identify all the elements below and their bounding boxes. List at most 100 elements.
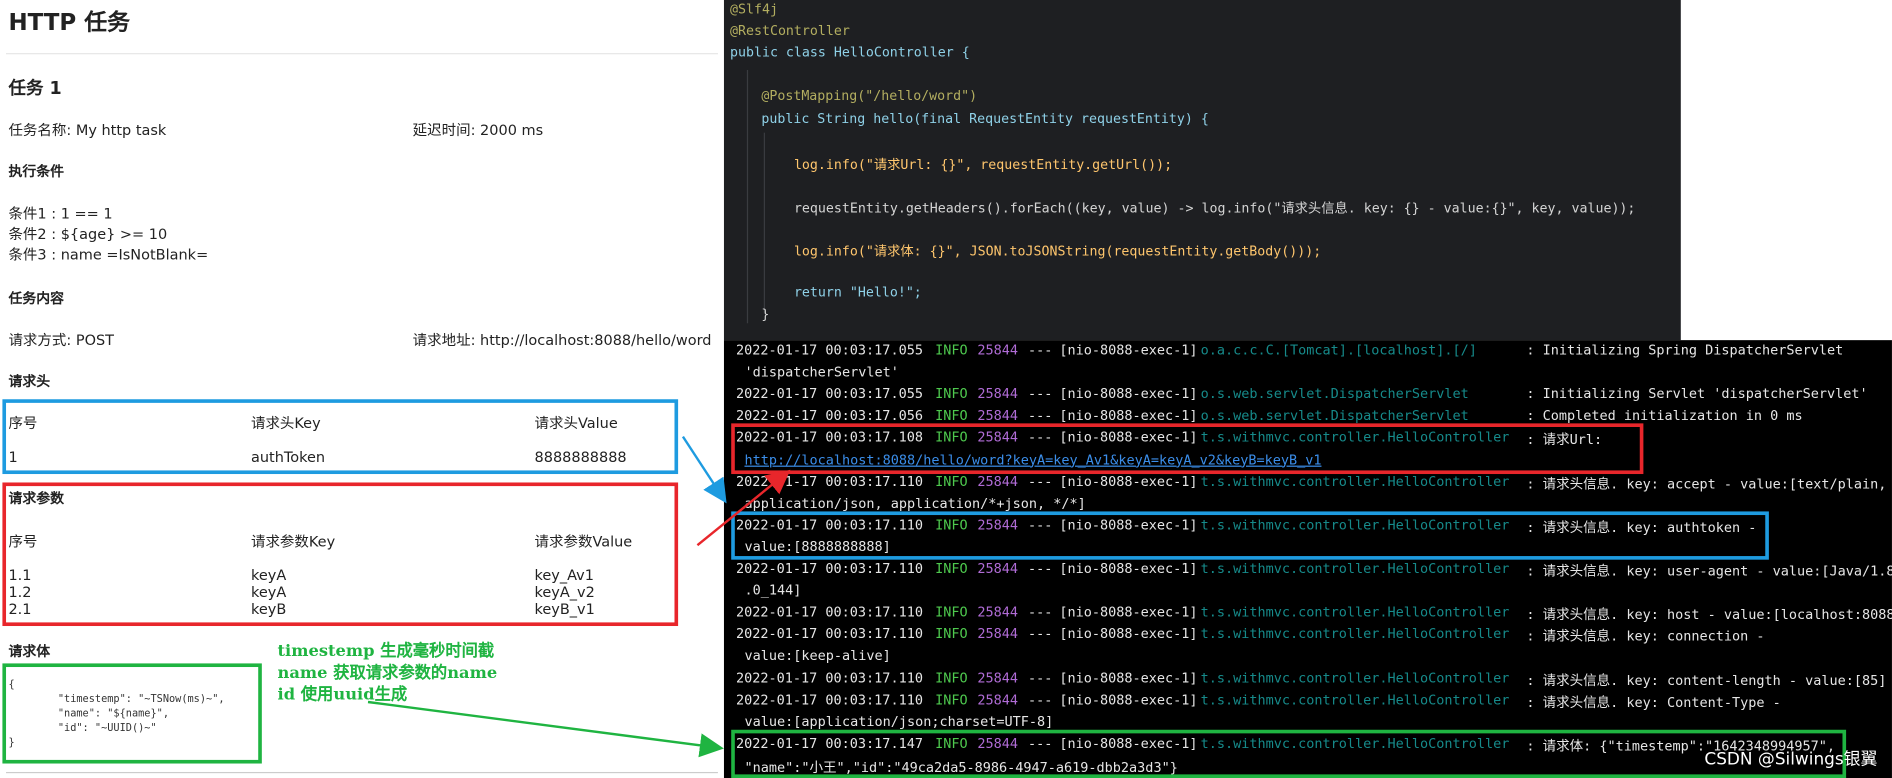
log-thread: [nio-8088-exec-1] — [1059, 691, 1198, 708]
table-cell: 1.1 — [8, 566, 32, 584]
log-pid: 25844 — [977, 670, 1018, 686]
code-line: log.info("请求体: {}", JSON.toJSONString(re… — [793, 243, 1322, 260]
log-message: : Completed initialization in 0 ms — [1526, 408, 1803, 424]
code-editor: @Slf4j @RestController public class Hell… — [723, 0, 1681, 341]
table-cell: keyB — [250, 600, 287, 618]
code-line: @Slf4j — [729, 1, 778, 17]
headers-col-key: 请求头Key — [250, 414, 321, 432]
console-output: 2022-01-17 00:03:17.055 INFO 25844 --- [nio-… — [723, 340, 1892, 778]
table-cell: 1.2 — [8, 583, 32, 601]
log-thread: [nio-8088-exec-1] — [1059, 626, 1198, 643]
log-separator: --- — [1028, 473, 1053, 490]
log-level: INFO — [935, 691, 968, 708]
body-line: "name": "${name}", — [8, 708, 169, 721]
log-message: : 请求头信息. key: host - value:[localhost:80… — [1526, 606, 1892, 623]
table-cell: keyA_v2 — [534, 583, 595, 601]
headers-col-index: 序号 — [8, 414, 38, 432]
body-line: } — [8, 736, 15, 750]
headers-col-value: 请求头Value — [534, 414, 618, 432]
log-timestamp: 2022-01-17 00:03:17.110 — [736, 473, 923, 490]
log-timestamp: 2022-01-17 00:03:17.110 — [736, 626, 923, 643]
page-title: HTTP 任务 — [8, 9, 131, 37]
conditions-heading: 执行条件 — [8, 162, 64, 180]
code-line: @PostMapping("/hello/word") — [761, 88, 978, 104]
task-delay: 延迟时间: 2000 ms — [412, 121, 544, 139]
table-cell: 8888888888 — [534, 448, 627, 466]
indent-guide — [746, 69, 749, 324]
log-continuation: application/json, application/*+json, */… — [744, 495, 1086, 512]
condition-item: 条件1 : 1 == 1 — [8, 205, 113, 222]
log-level: INFO — [935, 560, 968, 577]
log-level: INFO — [935, 342, 968, 359]
log-thread: [nio-8088-exec-1] — [1059, 386, 1198, 402]
log-logger: t.s.withmvc.controller.HelloController — [1200, 691, 1510, 708]
title-divider — [6, 53, 718, 55]
log-logger: o.s.web.servlet.DispatcherServlet — [1200, 408, 1469, 424]
code-line: @RestController — [729, 22, 850, 39]
log-level: INFO — [935, 473, 968, 490]
condition-item: 条件3 : name =IsNotBlank= — [8, 246, 209, 263]
log-message: : 请求头信息. key: accept - value:[text/plain… — [1526, 475, 1887, 492]
log-timestamp: 2022-01-17 00:03:17.056 — [736, 408, 923, 424]
log-separator: --- — [1028, 342, 1053, 359]
log-logger: t.s.withmvc.controller.HelloController — [1200, 670, 1510, 686]
log-continuation: value:[keep-alive] — [744, 648, 891, 664]
log-continuation: 'dispatcherServlet' — [744, 364, 899, 381]
authtoken-log-highlight-box — [731, 511, 1769, 560]
log-thread: [nio-8088-exec-1] — [1059, 408, 1198, 424]
table-cell: authToken — [250, 448, 326, 466]
watermark: CSDN @Silwings银翼 — [1704, 750, 1878, 770]
table-cell: key_Av1 — [534, 566, 594, 584]
body-heading: 请求体 — [8, 642, 51, 660]
log-message: : Initializing Spring DispatcherServlet — [1526, 342, 1844, 359]
params-col-index: 序号 — [8, 533, 38, 551]
params-heading: 请求参数 — [8, 489, 64, 507]
log-message: : 请求头信息. key: connection - — [1526, 628, 1765, 645]
log-separator: --- — [1028, 604, 1053, 621]
code-line: public String hello(final RequestEntity … — [761, 110, 1209, 127]
log-separator: --- — [1028, 408, 1053, 424]
annotation-line: id 使用uuid生成 — [277, 685, 408, 705]
table-cell: keyB_v1 — [534, 600, 595, 618]
log-message: : 请求头信息. key: Content-Type - — [1526, 694, 1781, 710]
log-separator: --- — [1028, 626, 1053, 643]
log-logger: o.a.c.c.C.[Tomcat].[localhost].[/] — [1200, 342, 1477, 359]
log-separator: --- — [1028, 560, 1053, 577]
log-timestamp: 2022-01-17 00:03:17.055 — [736, 342, 923, 359]
bottom-divider — [6, 771, 718, 774]
request-method: 请求方式: POST — [8, 331, 115, 349]
log-thread: [nio-8088-exec-1] — [1059, 604, 1198, 621]
log-continuation: .0_144] — [744, 582, 802, 599]
task-name: 任务名称: My http task — [8, 121, 167, 139]
code-line: } — [761, 306, 770, 323]
log-timestamp: 2022-01-17 00:03:17.055 — [736, 386, 923, 402]
task-document: HTTP 任务 任务 1 任务名称: My http task 延迟时间: 20… — [0, 0, 724, 778]
code-line: requestEntity.getHeaders().forEach((key,… — [793, 200, 1636, 216]
indent-guide — [763, 132, 765, 314]
table-cell: 1 — [8, 448, 18, 466]
log-pid: 25844 — [977, 604, 1018, 621]
headers-heading: 请求头 — [8, 372, 51, 390]
code-line: return "Hello!"; — [793, 284, 922, 301]
log-level: INFO — [935, 386, 968, 402]
table-cell: 2.1 — [8, 600, 32, 618]
log-separator: --- — [1028, 386, 1053, 402]
table-cell: keyA — [250, 583, 287, 601]
code-line: log.info("请求Url: {}", requestEntity.getU… — [793, 156, 1173, 173]
log-timestamp: 2022-01-17 00:03:17.110 — [736, 670, 923, 686]
log-pid: 25844 — [977, 408, 1018, 424]
log-message: : Initializing Servlet 'dispatcherServle… — [1526, 386, 1868, 402]
log-thread: [nio-8088-exec-1] — [1059, 560, 1198, 577]
log-continuation: value:[application/json;charset=UTF-8] — [744, 713, 1054, 730]
code-line: public class HelloController { — [729, 44, 970, 61]
log-level: INFO — [935, 626, 968, 643]
log-logger: o.s.web.servlet.DispatcherServlet — [1200, 386, 1469, 402]
log-logger: t.s.withmvc.controller.HelloController — [1200, 473, 1510, 490]
blank-area — [1680, 0, 1892, 338]
log-thread: [nio-8088-exec-1] — [1059, 670, 1198, 686]
log-logger: t.s.withmvc.controller.HelloController — [1200, 626, 1510, 643]
log-timestamp: 2022-01-17 00:03:17.110 — [736, 691, 923, 708]
log-message: : 请求头信息. key: content-length - value:[85… — [1526, 672, 1887, 689]
body-line: "id": "~UUID()~" — [8, 722, 157, 735]
log-pid: 25844 — [977, 691, 1018, 708]
